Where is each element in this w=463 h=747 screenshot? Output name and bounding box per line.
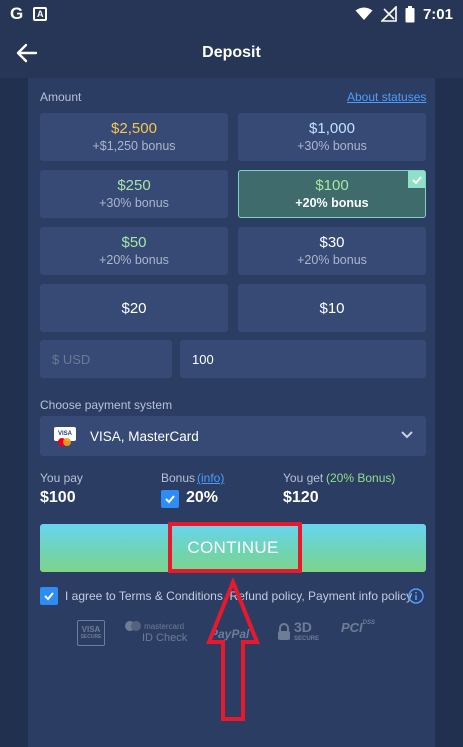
amount-tile-250[interactable]: $250 +30% bonus bbox=[40, 170, 228, 218]
currency-field: $ USD bbox=[40, 340, 172, 378]
tile-amount: $30 bbox=[319, 234, 345, 251]
bonus-checkbox[interactable] bbox=[161, 490, 179, 508]
amount-tile-30[interactable]: $30 +20% bonus bbox=[238, 227, 426, 275]
info-icon[interactable] bbox=[408, 588, 424, 604]
pci-dss-logo: PCIDSS bbox=[341, 620, 376, 635]
tile-amount: $250 bbox=[117, 177, 151, 194]
amount-tile-10[interactable]: $10 bbox=[238, 284, 426, 332]
notification-icon: A bbox=[33, 7, 48, 21]
amount-label: Amount bbox=[40, 90, 82, 104]
about-statuses-link[interactable]: About statuses bbox=[347, 90, 426, 104]
status-bar: G A 7:01 bbox=[0, 0, 463, 28]
bonus-label: Bonus bbox=[161, 471, 196, 485]
tile-amount: $100 bbox=[315, 177, 349, 194]
google-icon: G bbox=[10, 4, 24, 23]
amount-tile-1000[interactable]: $1,000 +30% bonus bbox=[238, 113, 426, 161]
back-arrow-icon[interactable] bbox=[14, 40, 40, 66]
chevron-down-icon bbox=[401, 431, 413, 439]
tile-amount: $20 bbox=[121, 299, 147, 317]
mastercard-idcheck-logo: mastercard ID Check bbox=[125, 620, 187, 644]
amount-tile-20[interactable]: $20 bbox=[40, 284, 228, 332]
tile-amount: $2,500 bbox=[111, 120, 157, 137]
page-title: Deposit bbox=[202, 44, 261, 61]
3d-secure-logo: 3D SECURE bbox=[277, 620, 319, 644]
tile-amount: $1,000 bbox=[309, 120, 355, 137]
tile-amount: $10 bbox=[319, 299, 345, 317]
amount-tile-100[interactable]: $100 +20% bonus bbox=[238, 170, 426, 218]
payment-selected-value: VISA, MasterCard bbox=[90, 428, 199, 444]
tile-bonus: +$1,250 bonus bbox=[92, 139, 176, 153]
tile-bonus: +30% bonus bbox=[297, 139, 367, 153]
you-pay-value: $100 bbox=[40, 489, 76, 506]
card-logo-icon: VISA bbox=[52, 427, 78, 446]
you-pay-label: You pay bbox=[40, 471, 83, 485]
bonus-value: 20% bbox=[186, 489, 219, 506]
payment-select[interactable]: VISA VISA, MasterCard bbox=[40, 416, 426, 456]
bonus-info-link[interactable]: (info) bbox=[197, 471, 224, 485]
annotation-arrow-icon bbox=[206, 578, 260, 721]
tile-bonus: +20% bonus bbox=[297, 253, 367, 267]
tile-bonus: +20% bonus bbox=[99, 253, 169, 267]
selected-check-icon bbox=[408, 171, 425, 188]
payment-label: Choose payment system bbox=[40, 398, 173, 412]
tile-amount: $50 bbox=[121, 234, 147, 251]
amount-input-value: 100 bbox=[192, 351, 214, 367]
clock: 7:01 bbox=[422, 5, 453, 23]
tile-bonus: +20% bonus bbox=[295, 196, 369, 210]
you-get-value: $120 bbox=[283, 489, 319, 506]
currency-placeholder: $ USD bbox=[52, 351, 91, 367]
amount-input[interactable]: 100 bbox=[180, 340, 426, 378]
amount-tile-2500[interactable]: $2,500 +$1,250 bonus bbox=[40, 113, 228, 161]
amount-tile-50[interactable]: $50 +20% bonus bbox=[40, 227, 228, 275]
battery-icon bbox=[405, 5, 415, 22]
signal-off-icon bbox=[380, 6, 397, 22]
you-get-bonus: (20% Bonus) bbox=[326, 471, 396, 485]
tile-bonus: +30% bonus bbox=[99, 196, 169, 210]
lock-icon bbox=[278, 623, 290, 640]
visa-secure-logo: VISA SECURE bbox=[77, 620, 105, 646]
check-icon bbox=[165, 495, 175, 504]
app-header: Deposit bbox=[0, 28, 463, 78]
annotation-highlight-box bbox=[168, 522, 302, 573]
agree-checkbox[interactable] bbox=[40, 587, 58, 605]
you-get-label: You get bbox=[283, 471, 324, 485]
check-icon bbox=[44, 592, 54, 601]
wifi-icon bbox=[355, 7, 373, 20]
